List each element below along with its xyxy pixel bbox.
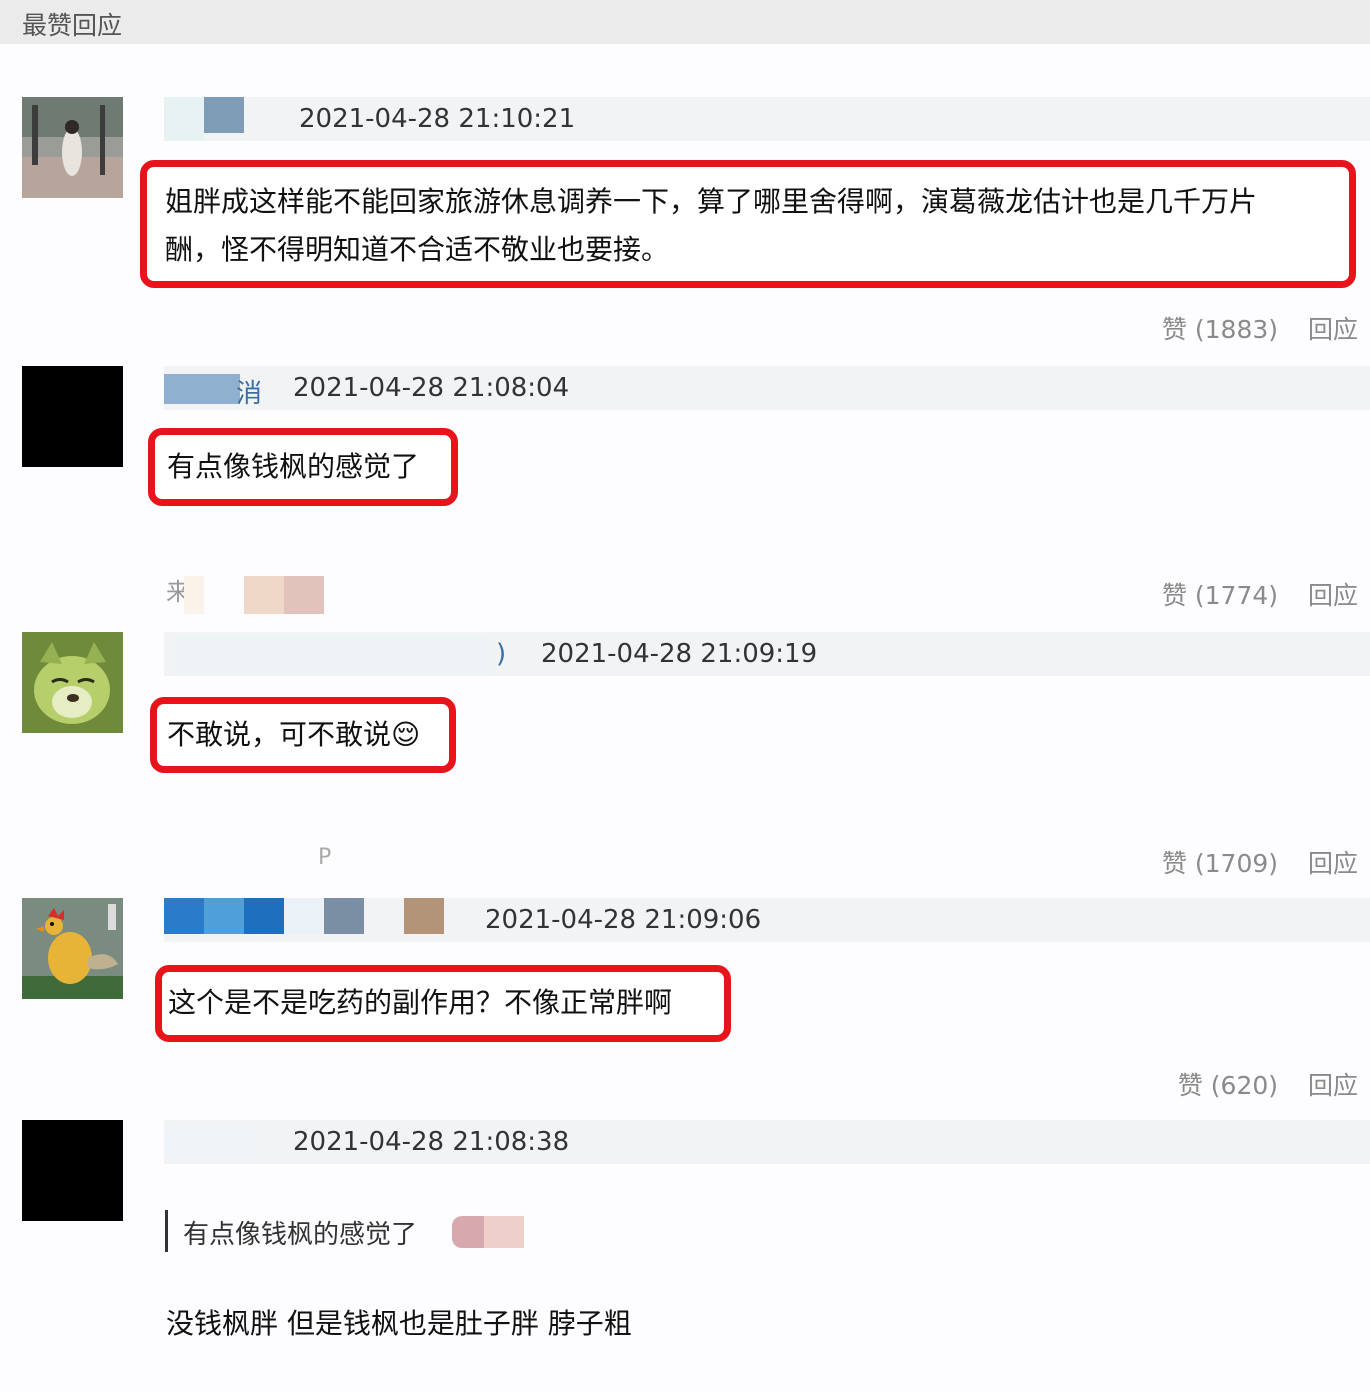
username-blurred[interactable]: [164, 374, 240, 404]
like-button[interactable]: 赞 (620): [1178, 1071, 1278, 1100]
comment-actions: 赞 (1883) 回应: [1140, 310, 1358, 346]
quote-block: [165, 1210, 168, 1252]
comment-meta: 消 2021-04-28 21:08:04: [164, 366, 1370, 410]
comment-text: 没钱枫胖 但是钱枫也是肚子胖 脖子粗: [166, 1307, 632, 1340]
quoted-text: 有点像钱枫的感觉了: [183, 1220, 418, 1250]
highlight-box: 这个是不是吃药的副作用？不像正常胖啊: [155, 965, 731, 1042]
username-blurred[interactable]: [404, 898, 444, 934]
comment-text-body: 不敢说，可不敢说: [167, 718, 392, 751]
comment-time: 2021-04-28 21:08:38: [293, 1127, 570, 1157]
username-blurred[interactable]: [164, 97, 204, 141]
like-button[interactable]: 赞 (1709): [1162, 849, 1278, 878]
highlight-box: 不敢说，可不敢说😌: [150, 697, 456, 773]
comment-actions: 赞 (1774) 回应: [1140, 576, 1358, 612]
reply-button[interactable]: 回应: [1308, 849, 1358, 878]
highlight-box: 姐胖成这样能不能回家旅游休息调养一下，算了哪里舍得啊，演葛薇龙估计也是几千万片 …: [140, 160, 1356, 288]
avatar-photo-icon: [22, 97, 123, 198]
user-avatar[interactable]: [22, 1120, 123, 1221]
comment-time: 2021-04-28 21:08:04: [293, 373, 570, 403]
comment-meta: 2021-04-28 21:09:06: [164, 898, 1370, 942]
comment-text: 这个是不是吃药的副作用？不像正常胖啊: [168, 986, 673, 1019]
section-header: 最赞回应: [0, 0, 1370, 44]
blurred-image: [484, 1216, 524, 1248]
like-button[interactable]: 赞 (1774): [1162, 581, 1278, 610]
dog-avatar-icon: [22, 632, 123, 733]
comment-time: 2021-04-28 21:09:19: [541, 639, 818, 669]
blurred-image: [284, 576, 324, 614]
username-blurred[interactable]: [204, 898, 244, 934]
comment-actions: 赞 (1709) 回应: [1140, 844, 1358, 880]
username-blurred[interactable]: [204, 97, 244, 133]
reply-button[interactable]: 回应: [1308, 1071, 1358, 1100]
blurred-image: [244, 576, 284, 614]
username-fragment[interactable]: ): [496, 639, 506, 669]
user-avatar[interactable]: [22, 366, 123, 467]
reply-button[interactable]: 回应: [1308, 581, 1358, 610]
username-blurred[interactable]: [324, 898, 364, 934]
comment-text: 姐胖成这样能不能回家旅游休息调养一下，算了哪里舍得啊，演葛薇龙估计也是几千万片: [165, 185, 1258, 218]
comment-time: 2021-04-28 21:09:06: [485, 905, 762, 935]
username-fragment: P: [318, 845, 332, 870]
username-blurred[interactable]: [164, 898, 204, 934]
highlight-box: 有点像钱枫的感觉了: [148, 428, 458, 506]
user-avatar[interactable]: [22, 97, 123, 198]
section-title: 最赞回应: [22, 11, 123, 40]
username-fragment[interactable]: 消: [236, 373, 262, 410]
reply-button[interactable]: 回应: [1308, 315, 1358, 344]
comment-actions: 赞 (620) 回应: [1156, 1066, 1358, 1102]
user-avatar[interactable]: [22, 632, 123, 733]
relieved-emoji-icon: 😌: [391, 718, 421, 751]
username-blurred[interactable]: [174, 636, 494, 674]
comment-text: 酬，怪不得明知道不合适不敬业也要接。: [165, 233, 670, 266]
comment-text: 不敢说，可不敢说😌: [167, 712, 420, 758]
comment-time: 2021-04-28 21:10:21: [299, 104, 576, 134]
username-blurred[interactable]: [164, 1126, 254, 1158]
like-button[interactable]: 赞 (1883): [1162, 315, 1278, 344]
comment-meta: 2021-04-28 21:10:21: [164, 97, 1370, 141]
comment-text: 有点像钱枫的感觉了: [167, 450, 420, 483]
comment-meta: 2021-04-28 21:08:38: [164, 1120, 1370, 1164]
user-avatar[interactable]: [22, 898, 123, 999]
rooster-avatar-icon: [22, 898, 123, 999]
blurred-image: [184, 576, 204, 614]
username-blurred[interactable]: [244, 898, 284, 934]
username-blurred[interactable]: [284, 898, 324, 934]
comment-meta: ) 2021-04-28 21:09:19: [164, 632, 1370, 676]
blurred-image: [452, 1216, 484, 1248]
